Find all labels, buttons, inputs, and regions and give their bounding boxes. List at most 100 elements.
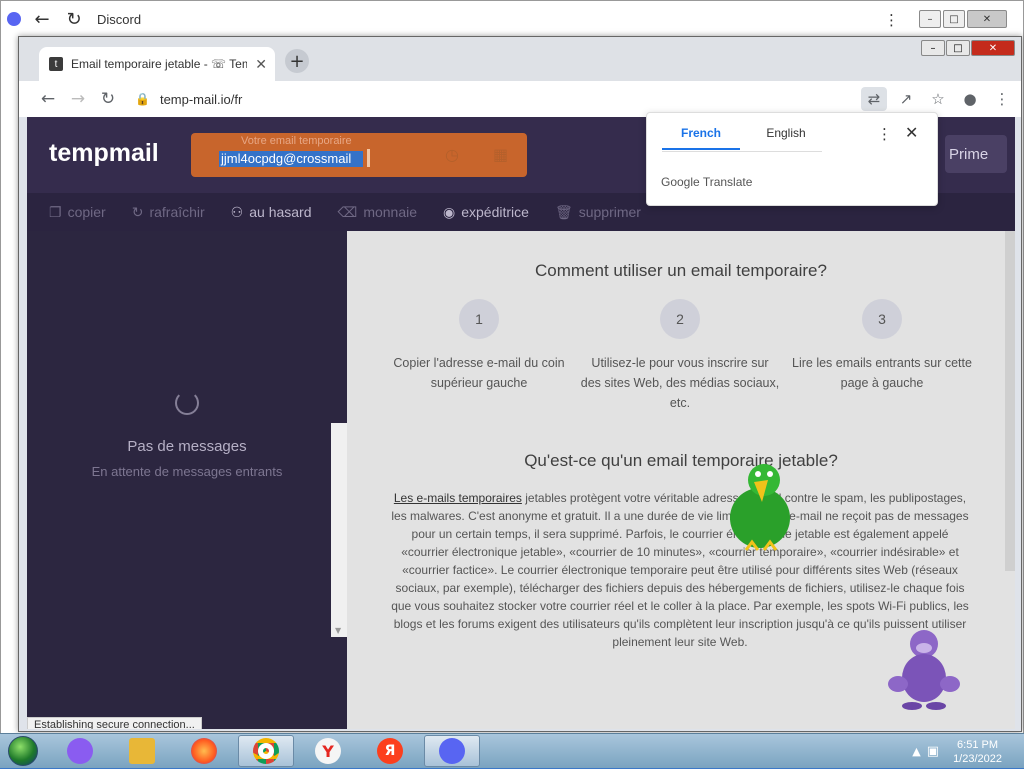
taskbar-discord[interactable] [424, 735, 480, 767]
profile-avatar-icon[interactable]: ● [957, 87, 983, 111]
description-paragraph: Les e-mails temporaires jetables protège… [389, 489, 971, 651]
bookmark-star-icon[interactable]: ☆ [925, 87, 951, 111]
taskbar-explorer[interactable] [114, 735, 170, 767]
share-icon[interactable]: ↗ [893, 87, 919, 111]
taskbar-yandex[interactable]: Я [362, 735, 418, 767]
qr-code-icon[interactable]: ▦ [493, 145, 508, 164]
tab-favicon-icon: t [49, 57, 63, 71]
site-logo[interactable]: tempmail [49, 139, 159, 168]
clock-time: 6:51 PM [957, 738, 999, 751]
network-icon[interactable]: ▣ [927, 744, 939, 759]
firefox-icon [191, 738, 217, 764]
inbox-scrollbar[interactable]: ▼ [331, 423, 347, 637]
clock[interactable]: 6:51 PM 1/23/2022 [953, 738, 1002, 766]
back-icon[interactable]: ← [33, 89, 63, 109]
copy-button[interactable]: ❐ copier [49, 204, 106, 221]
chrome-close-button[interactable]: ✕ [971, 40, 1015, 56]
inbox-pane: Pas de messages En attente de messages e… [27, 231, 347, 729]
lock-icon: 🔒 [135, 92, 150, 106]
step-number: 3 [862, 299, 902, 339]
email-address-field[interactable]: jjml4ocpdg@crossmail [219, 151, 363, 167]
text-caret [367, 149, 370, 167]
webpage: tempmail Votre email temporaire jjml4ocp… [27, 117, 1015, 729]
yandex-browser-icon: Y [315, 738, 341, 764]
refresh-button[interactable]: ↻ rafraîchir [132, 204, 205, 221]
tab-divider [662, 151, 822, 152]
taskbar-alice[interactable] [52, 735, 108, 767]
prime-button[interactable]: Prime [945, 135, 1007, 173]
page-scrollbar[interactable] [1005, 231, 1015, 571]
translate-icon[interactable]: ⇄ [861, 87, 887, 111]
copy-icon: ❐ [49, 203, 62, 220]
change-icon: ⌫ [337, 203, 358, 220]
refresh-label: rafraîchir [149, 204, 205, 220]
minimize-button[interactable]: – [919, 10, 941, 28]
tab-title: Email temporaire jetable - ☏ Tem [71, 57, 247, 71]
translate-close-icon[interactable]: ✕ [905, 123, 918, 142]
history-icon[interactable]: ◷ [445, 145, 459, 164]
step-1: 1 Copier l'adresse e-mail du coin supéri… [379, 299, 579, 393]
step-3: 3 Lire les emails entrants sur cette pag… [782, 299, 982, 393]
refresh-icon: ↻ [131, 203, 144, 220]
kebab-menu-icon[interactable]: ⋮ [884, 11, 899, 29]
change-button[interactable]: ⌫ monnaie [338, 204, 418, 221]
email-address-box[interactable]: Votre email temporaire jjml4ocpdg@crossm… [191, 133, 527, 177]
sender-button[interactable]: ◉ expéditrice [443, 204, 529, 221]
delete-label: supprimer [578, 204, 641, 220]
tab-english[interactable]: English [747, 126, 825, 140]
browser-tab[interactable]: t Email temporaire jetable - ☏ Tem ✕ [39, 47, 275, 81]
empty-inbox-subtitle: En attente de messages entrants [91, 464, 283, 479]
step-text: Copier l'adresse e-mail du coin supérieu… [393, 356, 565, 390]
new-tab-button[interactable]: + [285, 49, 309, 73]
discord-icon [439, 738, 465, 764]
discord-logo-icon [7, 12, 21, 26]
description-text: jetables protègent votre véritable adres… [391, 491, 969, 649]
tab-french[interactable]: French [662, 126, 740, 150]
empty-inbox-title: Pas de messages [127, 438, 247, 455]
sender-icon: ◉ [443, 203, 456, 220]
scroll-down-arrow-icon[interactable]: ▼ [335, 626, 341, 635]
taskbar-yandex-browser[interactable]: Y [300, 735, 356, 767]
trash-icon: 🗑 [554, 203, 573, 220]
reload-icon[interactable]: ↻ [93, 89, 123, 109]
system-tray: ▲ ▣ 6:51 PM 1/23/2022 [912, 734, 1024, 769]
step-number: 2 [660, 299, 700, 339]
random-label: au hasard [249, 204, 312, 220]
folder-icon [129, 738, 155, 764]
browser-status-bar: Establishing secure connection... [27, 717, 202, 729]
address-bar[interactable]: 🔒 temp-mail.io/fr [135, 92, 242, 107]
back-arrow-icon[interactable]: ← [33, 9, 51, 30]
email-label: Votre email temporaire [241, 135, 352, 147]
tab-close-icon[interactable]: ✕ [255, 56, 267, 73]
step-text: Utilisez-le pour vous inscrire sur des s… [580, 356, 780, 410]
google-translate-logo: Google Translate [661, 175, 753, 189]
reload-icon[interactable]: ↻ [65, 9, 83, 30]
start-button[interactable] [0, 734, 46, 768]
translate-options-icon[interactable]: ⋮ [877, 125, 892, 143]
random-button[interactable]: ⚇ au hasard [231, 204, 312, 221]
sender-label: expéditrice [461, 204, 529, 220]
forward-icon[interactable]: → [63, 89, 93, 109]
copy-label: copier [67, 204, 106, 220]
chrome-menu-icon[interactable]: ⋮ [989, 87, 1015, 111]
step-2: 2 Utilisez-le pour vous inscrire sur des… [580, 299, 780, 413]
taskbar-firefox[interactable] [176, 735, 232, 767]
step-number: 1 [459, 299, 499, 339]
yandex-icon: Я [377, 738, 403, 764]
taskbar-chrome[interactable] [238, 735, 294, 767]
green-parrot-icon[interactable] [724, 460, 794, 556]
clock-date: 1/23/2022 [953, 752, 1002, 765]
temporary-emails-link[interactable]: Les e-mails temporaires [394, 491, 522, 505]
purple-gorilla-icon[interactable] [884, 628, 964, 710]
dice-icon: ⚇ [230, 203, 244, 220]
delete-button[interactable]: 🗑 supprimer [555, 204, 641, 221]
alice-icon [67, 738, 93, 764]
tray-expand-icon[interactable]: ▲ [912, 745, 920, 758]
close-button[interactable]: ✕ [967, 10, 1007, 28]
maximize-button[interactable]: □ [943, 10, 965, 28]
chrome-maximize-button[interactable]: □ [946, 40, 970, 56]
chrome-minimize-button[interactable]: – [921, 40, 945, 56]
what-is-heading: Qu'est-ce qu'un email temporaire jetable… [524, 451, 838, 470]
discord-window-title: Discord [97, 11, 142, 27]
windows-taskbar: Y Я ▲ ▣ 6:51 PM 1/23/2022 [0, 733, 1024, 768]
